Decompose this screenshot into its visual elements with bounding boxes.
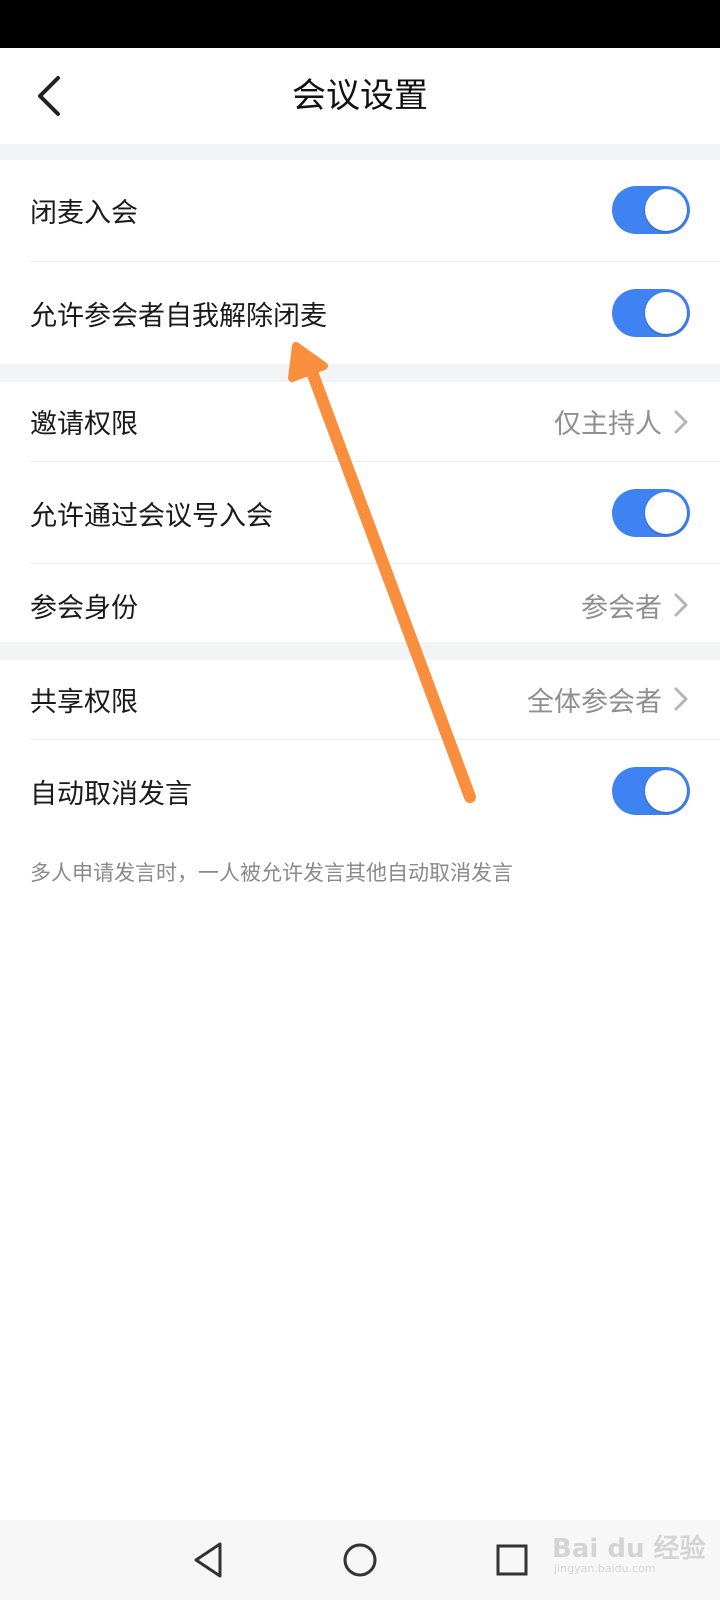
baidu-jingyan-watermark: Bai du 经验 jingyan.baidu.com — [552, 1522, 712, 1580]
triangle-back-icon — [194, 1542, 222, 1578]
toggle-knob — [645, 492, 687, 534]
setting-row-participant-role[interactable]: 参会身份 参会者 — [0, 564, 720, 642]
section-gap — [0, 642, 720, 660]
allow-self-unmute-toggle[interactable] — [612, 289, 690, 337]
setting-value: 参会者 — [581, 593, 662, 624]
setting-label: 自动取消发言 — [30, 779, 192, 810]
setting-value: 仅主持人 — [554, 409, 662, 440]
setting-label: 共享权限 — [30, 687, 138, 718]
setting-label: 邀请权限 — [30, 409, 138, 440]
setting-row-allow-self-unmute: 允许参会者自我解除闭麦 — [0, 262, 720, 364]
setting-row-auto-cancel-speak: 自动取消发言 — [0, 740, 720, 842]
toggle-knob — [645, 189, 687, 231]
section-gap — [0, 364, 720, 382]
chevron-right-icon — [674, 410, 688, 434]
circle-home-icon — [343, 1543, 377, 1577]
toggle-knob — [645, 292, 687, 334]
auto-cancel-speak-toggle[interactable] — [612, 767, 690, 815]
toggle-knob — [645, 770, 687, 812]
system-recents-button[interactable] — [488, 1536, 536, 1584]
setting-row-invite-permission[interactable]: 邀请权限 仅主持人 — [0, 382, 720, 462]
allow-join-by-id-toggle[interactable] — [612, 489, 690, 537]
watermark-url: jingyan.baidu.com — [554, 1562, 656, 1575]
nav-header: 会议设置 — [0, 48, 720, 144]
square-recents-icon — [496, 1544, 528, 1576]
setting-row-share-permission[interactable]: 共享权限 全体参会者 — [0, 660, 720, 740]
setting-row-mute-on-join: 闭麦入会 — [0, 160, 720, 262]
watermark-text: Bai du 经验 — [552, 1534, 706, 1564]
status-bar — [0, 0, 720, 48]
setting-label: 参会身份 — [30, 593, 138, 624]
setting-label: 允许通过会议号入会 — [30, 501, 273, 532]
setting-label: 允许参会者自我解除闭麦 — [30, 301, 327, 332]
mute-on-join-toggle[interactable] — [612, 186, 690, 234]
page-title: 会议设置 — [292, 76, 428, 116]
setting-row-allow-join-by-id: 允许通过会议号入会 — [0, 462, 720, 564]
auto-cancel-speak-hint: 多人申请发言时，一人被允许发言其他自动取消发言 — [30, 861, 513, 885]
system-back-button[interactable] — [186, 1536, 234, 1584]
chevron-right-icon — [674, 687, 688, 711]
setting-label: 闭麦入会 — [30, 198, 138, 229]
section-gap — [0, 144, 720, 160]
chevron-right-icon — [674, 593, 688, 617]
setting-value: 全体参会者 — [527, 687, 662, 718]
system-home-button[interactable] — [336, 1536, 384, 1584]
